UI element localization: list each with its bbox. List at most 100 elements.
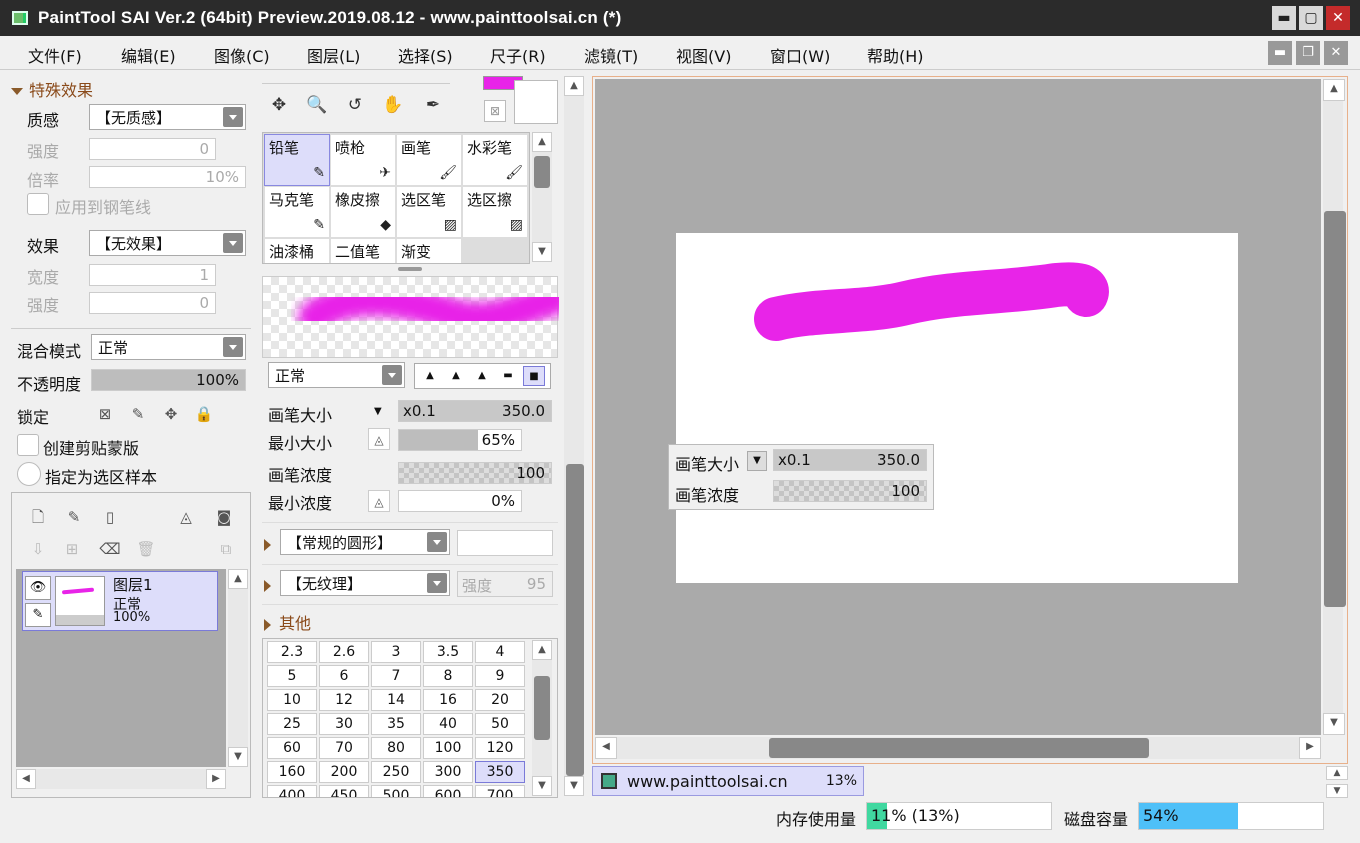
new-layer-icon[interactable]: 🗋	[24, 503, 52, 531]
scroll-thumb[interactable]	[534, 156, 550, 188]
size-preset[interactable]: 160	[267, 761, 317, 783]
size-preset[interactable]: 4	[475, 641, 525, 663]
menu-select[interactable]: 选择(S)	[398, 43, 453, 67]
tool-select-pen[interactable]: 选区笔 ▨	[397, 187, 461, 237]
canvas-vscrollbar[interactable]: ▲ ▼	[1323, 79, 1346, 735]
scroll-up-icon[interactable]: ▲	[228, 569, 248, 589]
scroll-down-icon[interactable]: ▼	[564, 776, 584, 796]
scroll-up-icon[interactable]: ▲	[532, 132, 552, 152]
menu-help[interactable]: 帮助(H)	[867, 43, 924, 67]
tool-marker[interactable]: 马克笔 ✎	[265, 187, 329, 237]
tool-pencil[interactable]: 铅笔 ✎	[264, 134, 330, 186]
size-preset[interactable]: 700	[475, 785, 525, 797]
layer-effect-icon[interactable]: ◬	[172, 503, 200, 531]
blend-mode-select[interactable]: 正常	[91, 334, 246, 360]
size-preset[interactable]: 600	[423, 785, 473, 797]
menu-window[interactable]: 窗口(W)	[770, 43, 830, 67]
lock-all-icon[interactable]: 🔒	[190, 400, 218, 428]
tool-binary-pen[interactable]: 二值笔	[331, 239, 395, 263]
tool-bucket[interactable]: 油漆桶	[265, 239, 329, 263]
scroll-right-icon[interactable]: ▶	[1299, 737, 1321, 759]
shape-soft-icon[interactable]: ▲	[471, 366, 493, 386]
scroll-thumb[interactable]	[769, 738, 1149, 758]
mdi-minimize-button[interactable]: ▬	[1268, 41, 1292, 65]
min-size-slider[interactable]: 65%	[398, 429, 522, 451]
size-preset[interactable]: 10	[267, 689, 317, 711]
copy-layer-icon[interactable]: ⧉	[212, 535, 240, 563]
mdi-close-button[interactable]: ✕	[1324, 41, 1348, 65]
new-vector-layer-icon[interactable]: ✎	[60, 503, 88, 531]
apply-pen-checkbox[interactable]	[27, 193, 49, 215]
strength2-slider[interactable]: 0	[89, 292, 216, 314]
scroll-left-icon[interactable]: ◀	[595, 737, 617, 759]
tool-airbrush[interactable]: 喷枪 ✈	[331, 135, 395, 185]
size-table-scrollbar[interactable]: ▲ ▼	[532, 640, 552, 796]
size-preset[interactable]: 40	[423, 713, 473, 735]
strength-slider[interactable]: 0	[89, 138, 216, 160]
canvas-area[interactable]	[595, 79, 1321, 735]
shape-round-icon[interactable]: ▲	[445, 366, 467, 386]
tool-scrollbar[interactable]: ▲ ▼	[532, 132, 552, 262]
size-preset[interactable]: 2.3	[267, 641, 317, 663]
menu-edit[interactable]: 编辑(E)	[121, 43, 176, 67]
brush-texture-expander[interactable]	[264, 575, 279, 594]
menu-ruler[interactable]: 尺子(R)	[490, 43, 546, 67]
size-preset[interactable]: 500	[371, 785, 421, 797]
size-preset[interactable]: 50	[475, 713, 525, 735]
scale-slider[interactable]: 10%	[89, 166, 246, 188]
tool-eraser[interactable]: 橡皮擦 ◆	[331, 187, 395, 237]
size-preset[interactable]: 60	[267, 737, 317, 759]
shape-flat-icon[interactable]: ▬	[497, 366, 519, 386]
eyedropper-tool-icon[interactable]: ✒	[418, 90, 448, 120]
size-preset[interactable]: 120	[475, 737, 525, 759]
shape-sharp-icon[interactable]: ▲	[419, 366, 441, 386]
brush-shape-expander[interactable]	[264, 534, 279, 553]
other-section-header[interactable]: 其他	[264, 610, 311, 634]
add-icon[interactable]: ⊞	[58, 535, 86, 563]
tab-scroll-up-icon[interactable]: ▲	[1326, 766, 1348, 780]
scroll-up-icon[interactable]: ▲	[564, 76, 584, 96]
size-preset[interactable]: 25	[267, 713, 317, 735]
brush-shape-strength[interactable]	[457, 530, 553, 556]
size-preset[interactable]: 35	[371, 713, 421, 735]
size-preset[interactable]: 16	[423, 689, 473, 711]
size-preset[interactable]: 350	[475, 761, 525, 783]
brush-blend-select[interactable]: 正常	[268, 362, 405, 388]
brush-shape-select[interactable]: 【常规的圆形】	[280, 529, 450, 555]
pen-icon[interactable]: ✎	[25, 603, 51, 627]
size-preset[interactable]: 200	[319, 761, 369, 783]
size-preset[interactable]: 80	[371, 737, 421, 759]
size-preset[interactable]: 3	[371, 641, 421, 663]
scroll-up-icon[interactable]: ▲	[532, 640, 552, 660]
clear-layer-icon[interactable]: ⌫	[96, 535, 124, 563]
size-preset[interactable]: 5	[267, 665, 317, 687]
resize-handle[interactable]	[398, 267, 422, 271]
min-density-slider[interactable]: 0%	[398, 490, 522, 512]
float-size-slider[interactable]: x0.1 350.0	[773, 449, 927, 471]
tool-watercolor[interactable]: 水彩笔 🖌	[463, 135, 527, 185]
canvas-hscrollbar[interactable]: ◀ ▶	[595, 737, 1321, 759]
brush-size-slider[interactable]: x0.1 350.0	[398, 400, 552, 422]
size-preset[interactable]: 100	[423, 737, 473, 759]
selection-sample-radio[interactable]	[17, 462, 41, 486]
size-preset[interactable]: 300	[423, 761, 473, 783]
size-preset[interactable]: 6	[319, 665, 369, 687]
lock-move-icon[interactable]: ✥	[157, 400, 185, 428]
secondary-color-swatch[interactable]	[514, 80, 558, 124]
size-preset[interactable]: 14	[371, 689, 421, 711]
texture-strength-slider[interactable]: 强度 95	[457, 571, 553, 597]
menu-filter[interactable]: 滤镜(T)	[584, 43, 638, 67]
pressure-density-icon[interactable]: ◬	[368, 490, 390, 512]
hand-tool-icon[interactable]: ✋	[378, 90, 408, 120]
size-preset[interactable]: 7	[371, 665, 421, 687]
layer-hscrollbar[interactable]: ◀ ▶	[16, 769, 226, 789]
paper[interactable]	[676, 233, 1238, 583]
move-tool-icon[interactable]: ✥	[264, 90, 294, 120]
menu-layer[interactable]: 图层(L)	[307, 43, 360, 67]
scroll-down-icon[interactable]: ▼	[1323, 713, 1345, 735]
scroll-left-icon[interactable]: ◀	[16, 769, 36, 789]
size-preset[interactable]: 9	[475, 665, 525, 687]
maximize-button[interactable]: ▢	[1299, 6, 1323, 30]
texture-select[interactable]: 【无质感】	[89, 104, 246, 130]
scroll-thumb[interactable]	[1324, 211, 1346, 607]
